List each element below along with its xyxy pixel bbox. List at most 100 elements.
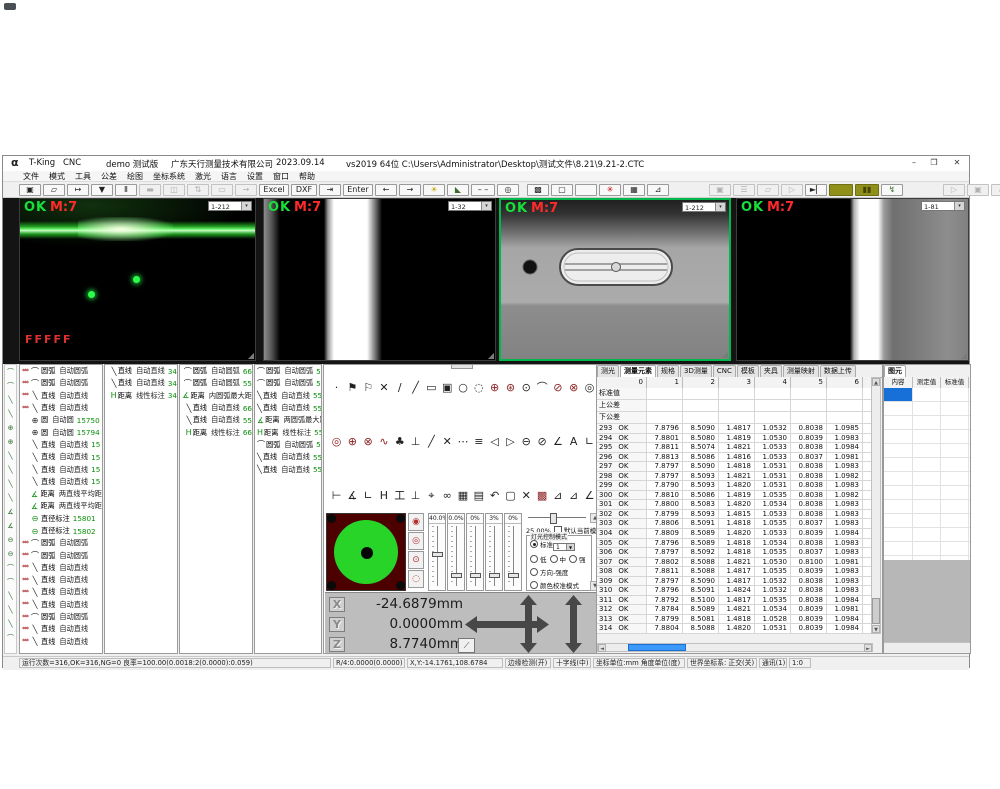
feature-row[interactable]: ╲直线自动直线15	[20, 451, 102, 463]
mode-color-option[interactable]: 颜色校准模式	[530, 580, 591, 590]
element-row[interactable]	[884, 444, 970, 458]
table-hscrollbar[interactable]: ◄►	[597, 643, 873, 652]
light-slider[interactable]: 3%	[485, 513, 503, 591]
feature-row[interactable]: ╲直线自动直线66	[180, 402, 252, 414]
table-vscrollbar[interactable]: ▲▼	[871, 377, 881, 634]
palette-tool-icon[interactable]: ⊖	[519, 431, 534, 453]
menu-item[interactable]: 文件	[23, 171, 39, 182]
element-column-header[interactable]: 标准值	[941, 377, 969, 388]
table-row[interactable]: 293OK7.87968.50901.48171.05320.80381.098…	[597, 424, 873, 434]
table-special-row[interactable]: 下公差	[597, 412, 873, 424]
master-slider-track[interactable]	[528, 517, 586, 518]
window-minimize-button[interactable]: –	[906, 157, 922, 169]
table-tab[interactable]: 模板	[737, 365, 759, 377]
radio-icon[interactable]	[530, 540, 538, 548]
table-row[interactable]: 304OK7.88098.50891.48201.05330.80391.098…	[597, 529, 873, 539]
radio-icon[interactable]	[569, 555, 577, 563]
ring-segment-button[interactable]: ⊙	[408, 551, 424, 569]
toolbar-button-columns[interactable]: Ⅱ	[115, 184, 137, 196]
menu-item[interactable]: 窗口	[273, 171, 289, 182]
palette-tool-icon[interactable]: ✕	[376, 377, 391, 399]
slider-thumb[interactable]	[451, 573, 462, 578]
table-tab[interactable]: 测光	[597, 365, 619, 377]
gutter-step-icon[interactable]: ⌒	[5, 365, 16, 379]
feature-row[interactable]: ╲直线自动直线15	[20, 476, 102, 488]
toolbar-button-laser-cross[interactable]: ✳	[599, 184, 621, 196]
feature-row[interactable]: ⌒圆弧自动圆弧55	[255, 439, 321, 451]
feature-row[interactable]: ***╲直线自动直线	[20, 623, 102, 635]
feature-row[interactable]: ⊖直径标注15802	[20, 525, 102, 537]
feature-row[interactable]: ∡距离内圆弧最大距	[180, 390, 252, 402]
toolbar-button-export-to[interactable]: ⇥	[319, 184, 341, 196]
table-tab[interactable]: 3D测量	[680, 365, 712, 377]
palette-tool-icon[interactable]: ↶	[487, 485, 502, 507]
element-row[interactable]	[884, 514, 970, 528]
palette-tool-icon[interactable]: ✕	[440, 431, 455, 453]
window-close-button[interactable]: ✕	[949, 157, 965, 169]
table-row[interactable]: 294OK7.88018.50801.48191.05300.80391.098…	[597, 434, 873, 444]
gutter-step-icon[interactable]: ╲	[5, 407, 16, 421]
slider-thumb[interactable]	[432, 552, 443, 557]
palette-tool-icon[interactable]: ▷	[503, 431, 518, 453]
camera-select[interactable]: 1-212▾	[682, 202, 726, 212]
feature-row[interactable]: ∡距离两直线平均距	[20, 488, 102, 500]
feature-row[interactable]: ⌒圆弧自动圆弧55	[180, 377, 252, 389]
gutter-step-icon[interactable]: ╲	[5, 449, 16, 463]
feature-row[interactable]: ***╲直线自动直线	[20, 390, 102, 402]
menu-item[interactable]: 坐标系统	[153, 171, 185, 182]
feature-row[interactable]: ∡距离两直线平均距	[20, 500, 102, 512]
ring-light-preview[interactable]	[326, 513, 406, 591]
table-column-header[interactable]: 2	[683, 377, 719, 388]
table-special-row[interactable]: 标准值	[597, 388, 873, 400]
palette-tool-icon[interactable]: ▢	[503, 485, 518, 507]
palette-tool-icon[interactable]: ◁	[487, 431, 502, 453]
palette-tool-icon[interactable]: ╱	[408, 377, 423, 399]
palette-tool-icon[interactable]: ⊥	[408, 485, 423, 507]
feature-row[interactable]: ╲直线自动直线34	[105, 365, 177, 377]
element-row[interactable]	[884, 542, 970, 556]
toolbar-button-blank[interactable]	[575, 184, 597, 196]
ring-segment-button[interactable]: ◉	[408, 513, 424, 531]
feature-row[interactable]: ***⌒圆弧自动圆弧	[20, 611, 102, 623]
table-row[interactable]: 296OK7.88138.50861.48161.05330.80371.098…	[597, 453, 873, 463]
palette-tool-icon[interactable]: ▭	[424, 377, 439, 399]
table-tab[interactable]: CNC	[713, 365, 736, 377]
toolbar-button-probe[interactable]: ▼	[91, 184, 113, 196]
toolbar-button-run-to-end[interactable]: ►▏	[805, 184, 827, 196]
jog-arrows[interactable]	[465, 595, 595, 653]
table-tab[interactable]: 数据上传	[820, 365, 856, 377]
menu-item[interactable]: 工具	[75, 171, 91, 182]
feature-row[interactable]: H距离线性标注34	[105, 390, 177, 402]
slider-thumb[interactable]	[470, 573, 481, 578]
gutter-step-icon[interactable]: ⊕	[5, 421, 16, 435]
table-row[interactable]: 311OK7.87928.51001.48171.05350.80381.098…	[597, 596, 873, 606]
gutter-step-icon[interactable]: ⊖	[5, 547, 16, 561]
feature-row[interactable]: ╲直线自动直线55	[255, 402, 321, 414]
toolbar-button-stop[interactable]	[829, 184, 853, 196]
toolbar-button-profile[interactable]: ◣	[447, 184, 469, 196]
table-column-header[interactable]: 6	[827, 377, 863, 388]
palette-tool-icon[interactable]: ▩	[535, 485, 550, 507]
feature-row[interactable]: ╲直线自动直线55	[255, 451, 321, 463]
scroll-left-icon[interactable]: ◄	[598, 644, 606, 652]
gutter-step-icon[interactable]: ⊕	[5, 435, 16, 449]
palette-tool-icon[interactable]: ⊢	[329, 485, 344, 507]
gutter-step-icon[interactable]: ⌒	[5, 379, 16, 393]
palette-tool-icon[interactable]: ⊘	[535, 431, 550, 453]
palette-tool-icon[interactable]: ⊘	[550, 377, 565, 399]
element-column-header[interactable]: 内容	[884, 377, 913, 388]
camera-view-2[interactable]: OKM:71-32▾◢	[263, 198, 496, 361]
table-row[interactable]: 297OK7.87978.50901.48181.05310.80381.098…	[597, 462, 873, 472]
feature-row[interactable]: ∡距离两圆弧最大距	[255, 414, 321, 426]
element-row[interactable]	[884, 500, 970, 514]
menu-item[interactable]: 公差	[101, 171, 117, 182]
palette-tool-icon[interactable]: ◌	[471, 377, 486, 399]
scroll-right-icon[interactable]: ►	[864, 644, 872, 652]
table-tab[interactable]: 夹具	[760, 365, 782, 377]
table-row[interactable]: 312OK7.87848.50891.48211.05340.80391.098…	[597, 605, 873, 615]
table-column-header[interactable]: 4	[755, 377, 791, 388]
menu-item[interactable]: 绘图	[127, 171, 143, 182]
light-slider[interactable]: 0%	[504, 513, 522, 591]
title-bar[interactable]: αT-KingCNCdemo 测试版广东天行测量技术有限公司2023.09.14…	[3, 156, 969, 172]
menu-item[interactable]: 语言	[221, 171, 237, 182]
